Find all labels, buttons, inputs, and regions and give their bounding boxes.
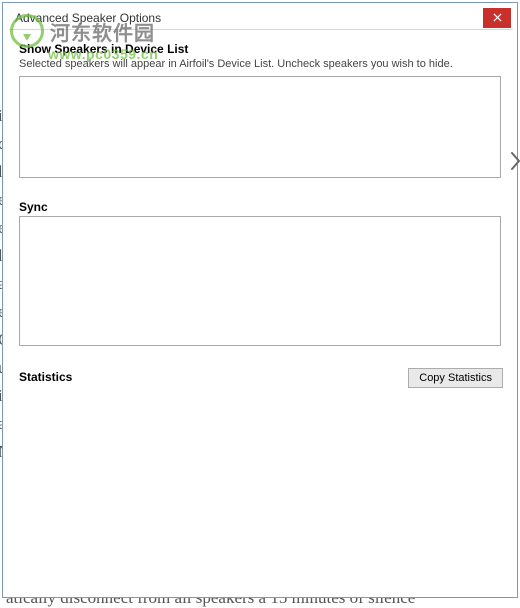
dialog-content: Show Speakers in Device List Selected sp… (9, 30, 513, 596)
chevron-right-icon[interactable] (509, 150, 520, 175)
dialog-window: Advanced Speaker Options Show Speakers i… (9, 6, 513, 596)
sync-heading: Sync (19, 200, 503, 214)
window-title: Advanced Speaker Options (15, 11, 161, 25)
show-speakers-heading: Show Speakers in Device List (19, 42, 503, 56)
sync-listbox[interactable] (19, 216, 501, 346)
speakers-listbox[interactable] (19, 76, 501, 178)
show-speakers-subtext: Selected speakers will appear in Airfoil… (19, 58, 503, 70)
titlebar: Advanced Speaker Options (9, 6, 513, 30)
copy-statistics-button[interactable]: Copy Statistics (408, 368, 503, 388)
close-icon (493, 13, 502, 22)
close-button[interactable] (483, 8, 511, 28)
statistics-heading: Statistics (19, 370, 72, 384)
